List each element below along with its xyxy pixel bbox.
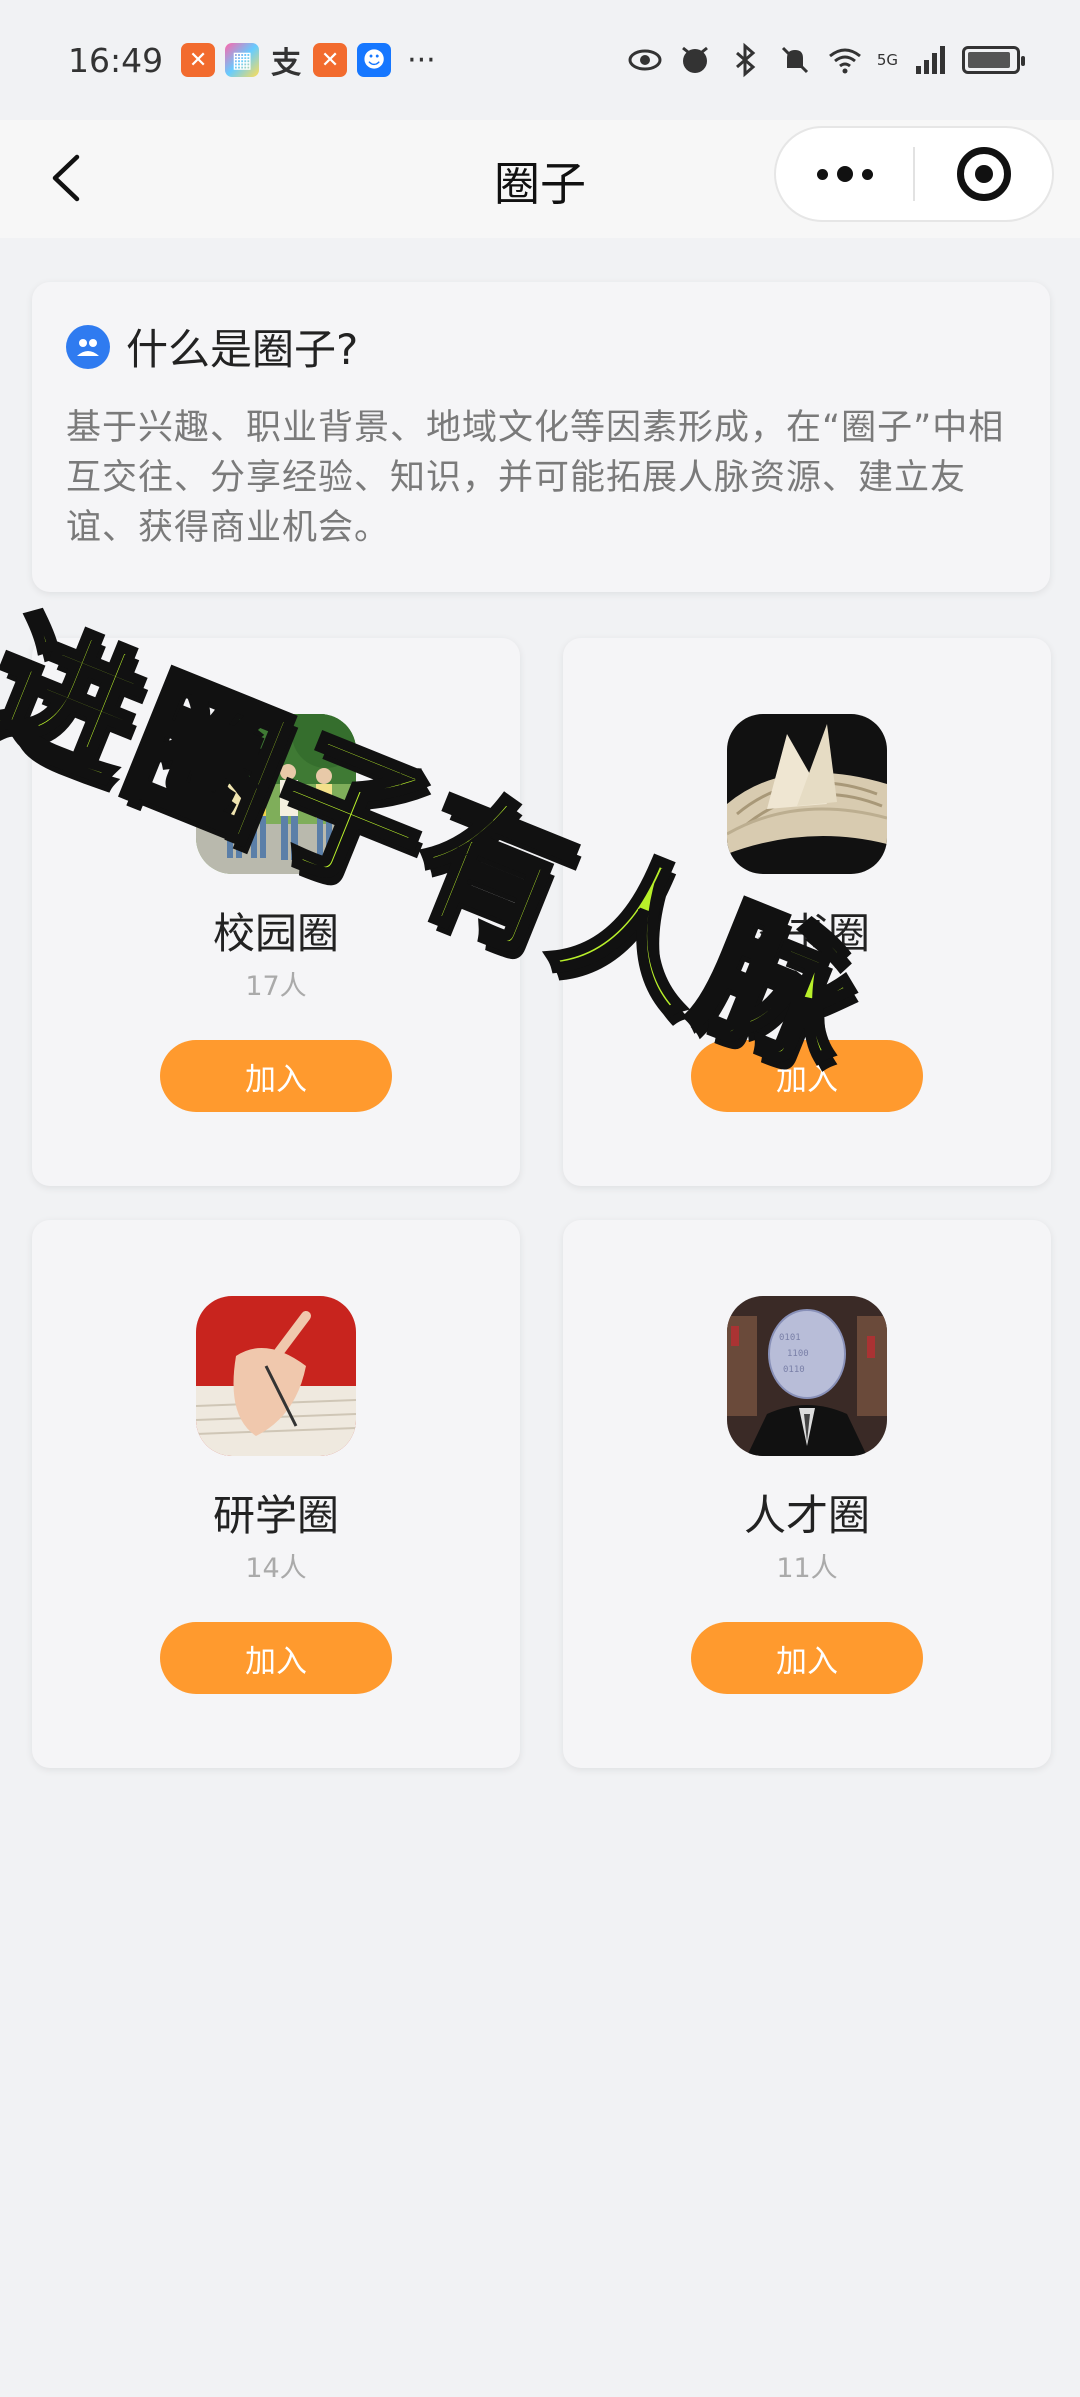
signal-icon	[916, 46, 945, 74]
status-time: 16:49	[68, 40, 164, 80]
status-bar: 16:49 ✕ ▦ 支 ✕ ☻ ··· 5G	[0, 0, 1080, 120]
circle-name: 研学圈	[212, 1491, 339, 1540]
study-circle-image	[196, 1296, 356, 1456]
campus-circle-image	[196, 714, 356, 874]
status-right: 5G	[627, 42, 1025, 78]
miniapp-capsule	[774, 126, 1054, 222]
circle-member-count: 16人	[776, 971, 838, 1002]
more-menu-button[interactable]	[776, 128, 913, 220]
alarm-icon	[681, 46, 708, 73]
svg-text:0101: 0101	[779, 1333, 801, 1343]
wifi-icon	[828, 48, 861, 74]
info-description: 基于兴趣、职业背景、地域文化等因素形成，在“圈子”中相互交往、分享经验、知识，并…	[66, 408, 1005, 548]
battery-icon	[962, 46, 1025, 74]
circle-name: 校园圈	[212, 909, 339, 958]
alipay-icon: 支	[271, 46, 302, 81]
info-title: 什么是圈子?	[126, 325, 359, 374]
status-left: 16:49 ✕ ▦ 支 ✕ ☻ ···	[68, 40, 436, 82]
eye-icon	[628, 49, 662, 71]
more-dots-icon	[816, 166, 873, 182]
join-button[interactable]: 加入	[160, 1622, 392, 1694]
circle-member-count: 17人	[245, 971, 307, 1002]
close-miniapp-button[interactable]	[915, 128, 1052, 220]
circle-name: 人才圈	[743, 1491, 870, 1540]
more-notifications-icon: ···	[407, 42, 436, 78]
circle-name: 读书圈	[743, 909, 870, 958]
target-icon	[956, 147, 1011, 201]
circle-card-study[interactable]: 研学圈 14人 加入	[32, 1220, 520, 1768]
circle-member-count: 14人	[245, 1553, 307, 1584]
circle-card-reading[interactable]: 读书圈 16人 加入	[563, 638, 1051, 1186]
people-icon	[66, 324, 110, 369]
talent-circle-image: 0101 1100 0110	[727, 1296, 887, 1456]
notification-app-icon: ✕	[313, 43, 348, 77]
mute-icon	[781, 46, 808, 74]
circle-card-talent[interactable]: 0101 1100 0110 人才圈 11人 加入	[563, 1220, 1051, 1768]
join-button[interactable]: 加入	[160, 1040, 392, 1112]
circle-card-campus[interactable]: 校园圈 17人 加入	[32, 638, 520, 1186]
network-type: 5G	[876, 50, 898, 69]
join-button[interactable]: 加入	[691, 1622, 923, 1694]
join-button[interactable]: 加入	[691, 1040, 923, 1112]
info-header: 什么是圈子?	[66, 316, 1016, 377]
notification-app-icon: ▦	[225, 43, 260, 77]
nav-bar: 圈子	[0, 120, 1080, 238]
svg-text:0110: 0110	[783, 1365, 805, 1375]
svg-text:1100: 1100	[787, 1349, 809, 1359]
reading-circle-image	[727, 714, 887, 874]
circle-member-count: 11人	[776, 1553, 838, 1584]
robot-app-icon: ☻	[357, 43, 392, 77]
info-card: 什么是圈子? 基于兴趣、职业背景、地域文化等因素形成，在“圈子”中相互交往、分享…	[32, 282, 1050, 592]
bluetooth-icon	[735, 42, 756, 78]
notification-app-icon: ✕	[181, 43, 216, 77]
